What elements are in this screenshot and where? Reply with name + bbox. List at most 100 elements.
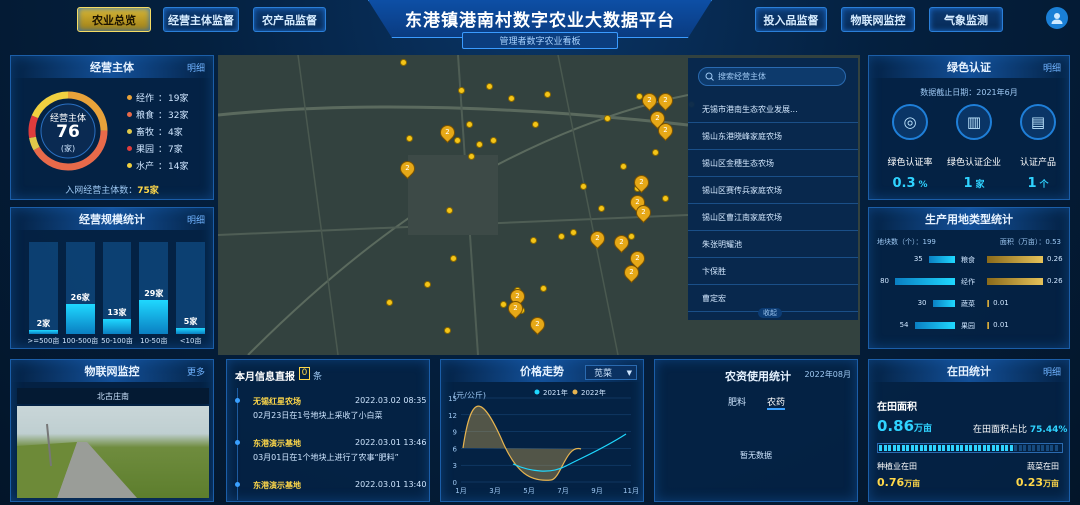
iot-more-link[interactable]: 更多 bbox=[187, 365, 205, 378]
cluster-count: 2 bbox=[663, 96, 668, 104]
iot-title: 物联网监控 bbox=[11, 360, 213, 382]
building-icon: ▥ bbox=[956, 104, 992, 140]
nav-overview[interactable]: 农业总览 bbox=[77, 7, 151, 32]
nav-iot-monitor[interactable]: 物联网监控 bbox=[841, 7, 915, 32]
legend-2022: 2022年 bbox=[581, 388, 606, 397]
map-marker[interactable] bbox=[466, 121, 473, 128]
user-avatar-icon[interactable] bbox=[1046, 7, 1068, 29]
nav-weather[interactable]: 气象监测 bbox=[929, 7, 1003, 32]
field-grain-unit: 万亩 bbox=[904, 479, 921, 488]
map-marker[interactable] bbox=[458, 87, 465, 94]
map-marker[interactable] bbox=[490, 137, 497, 144]
cluster-count: 2 bbox=[635, 254, 640, 262]
entity-detail-link[interactable]: 明细 bbox=[187, 61, 205, 74]
map-marker[interactable] bbox=[530, 237, 537, 244]
map-marker[interactable] bbox=[454, 137, 461, 144]
nav-entity-supervision[interactable]: 经营主体监督 bbox=[163, 7, 239, 32]
legend-dot bbox=[127, 163, 132, 168]
map-marker[interactable] bbox=[580, 183, 587, 190]
ratio-segment bbox=[1005, 445, 1008, 451]
map-marker[interactable] bbox=[540, 285, 547, 292]
nav-input-supervision[interactable]: 投入品监督 bbox=[755, 7, 827, 32]
map-marker[interactable] bbox=[604, 115, 611, 122]
news-org[interactable]: 无锡红星农场 bbox=[253, 396, 301, 407]
nav-product-supervision[interactable]: 农产品监督 bbox=[253, 7, 326, 32]
ratio-segment bbox=[915, 445, 918, 451]
entity-list-item[interactable]: 朱张明耀池 bbox=[688, 231, 858, 258]
news-text: 02月23日在1号地块上采收了小白菜 bbox=[253, 411, 383, 420]
scale-bar-label: 10-50亩 bbox=[140, 337, 168, 345]
land-type-name: 蔬菜 bbox=[961, 300, 975, 308]
map-marker[interactable] bbox=[444, 327, 451, 334]
ratio-segment bbox=[1018, 445, 1022, 451]
map-marker[interactable] bbox=[532, 121, 539, 128]
map-marker[interactable] bbox=[620, 163, 627, 170]
map-marker[interactable] bbox=[386, 299, 393, 306]
price-xtick: 9月 bbox=[591, 487, 602, 495]
entity-list-item[interactable]: 无锡市港南生态农业发展... bbox=[688, 96, 858, 123]
field-veg-unit: 万亩 bbox=[1043, 479, 1059, 488]
green-detail-link[interactable]: 明细 bbox=[1043, 61, 1061, 74]
entity-list-item[interactable]: 锡山区赛传兵家庭农场 bbox=[688, 177, 858, 204]
scale-panel: 经营规模统计 明细 2家 26家 13家 29家 5家 >=500亩 100-500亩 50… bbox=[10, 207, 214, 349]
scale-bar bbox=[65, 303, 95, 334]
scale-bar-value: 13家 bbox=[107, 307, 127, 317]
map-marker[interactable] bbox=[406, 135, 413, 142]
map-marker[interactable] bbox=[486, 83, 493, 90]
map-marker[interactable] bbox=[450, 255, 457, 262]
price-select-value: 苋菜 bbox=[594, 369, 613, 379]
ratio-segment bbox=[951, 445, 954, 451]
land-right-head: 面积（万亩）：0.53 bbox=[1000, 237, 1061, 247]
map-marker[interactable] bbox=[400, 59, 407, 66]
map-marker[interactable] bbox=[628, 233, 635, 240]
green-item-value: 1家 bbox=[939, 176, 1009, 191]
iot-camera-feed[interactable] bbox=[17, 406, 209, 498]
product-box-icon: ▤ bbox=[1020, 104, 1056, 140]
entity-footer-value: 75家 bbox=[137, 186, 159, 196]
timeline-dot bbox=[235, 398, 240, 403]
land-left-head-label: 地块数（个）： bbox=[877, 238, 923, 246]
map-marker[interactable] bbox=[662, 195, 669, 202]
ratio-segment bbox=[883, 445, 887, 451]
map-marker[interactable] bbox=[500, 301, 507, 308]
field-grain-value: 0.76万亩 bbox=[877, 476, 920, 489]
map-marker[interactable] bbox=[598, 205, 605, 212]
ratio-segment bbox=[897, 445, 900, 451]
scale-detail-link[interactable]: 明细 bbox=[187, 213, 205, 226]
legend-dot bbox=[127, 129, 132, 134]
entity-list-item[interactable]: 锡山区金穗生态农场 bbox=[688, 150, 858, 177]
shield-badge-icon: ◎ bbox=[892, 104, 928, 140]
legend-colon: ： bbox=[158, 94, 168, 104]
field-detail-link[interactable]: 明细 bbox=[1043, 365, 1061, 378]
entity-list-item[interactable]: 卞保胜 bbox=[688, 258, 858, 285]
news-org[interactable]: 东港演示基地 bbox=[253, 480, 301, 491]
map-marker[interactable] bbox=[476, 141, 483, 148]
search-input[interactable]: 搜索经营主体 bbox=[698, 67, 846, 86]
field-area-label: 在田面积 bbox=[877, 402, 917, 413]
scale-bar-label: 100-500亩 bbox=[62, 337, 99, 345]
map-marker[interactable] bbox=[652, 149, 659, 156]
legend-dot bbox=[127, 95, 132, 100]
ratio-segment bbox=[1000, 445, 1004, 451]
map-marker[interactable] bbox=[544, 91, 551, 98]
news-date: 2022.03.01 13:40 bbox=[355, 480, 427, 489]
map-marker[interactable] bbox=[558, 233, 565, 240]
map-marker[interactable] bbox=[508, 95, 515, 102]
price-select[interactable]: 苋菜 ▼ bbox=[585, 365, 637, 380]
map-marker[interactable] bbox=[424, 281, 431, 288]
scale-bar-value: 29家 bbox=[144, 289, 164, 299]
map-marker[interactable] bbox=[468, 153, 475, 160]
legend-name: 果园 bbox=[136, 145, 155, 155]
scale-bar-label: >=500亩 bbox=[27, 337, 60, 345]
chevron-down-icon: ▼ bbox=[626, 368, 632, 377]
news-org[interactable]: 东港演示基地 bbox=[253, 438, 301, 449]
entity-list-item[interactable]: 锡山区曹江南家庭农场 bbox=[688, 204, 858, 231]
map-marker[interactable] bbox=[570, 229, 577, 236]
tab-fertilizer[interactable]: 肥料 bbox=[728, 395, 746, 408]
entity-list-item[interactable]: 锡山东港晓峰家庭农场 bbox=[688, 123, 858, 150]
map-marker[interactable] bbox=[446, 207, 453, 214]
tab-pesticide[interactable]: 农药 bbox=[767, 395, 786, 410]
ratio-segment bbox=[1036, 445, 1040, 451]
list-collapse-button[interactable]: 收起 bbox=[758, 308, 782, 318]
scale-bar-label: <10亩 bbox=[179, 337, 202, 345]
